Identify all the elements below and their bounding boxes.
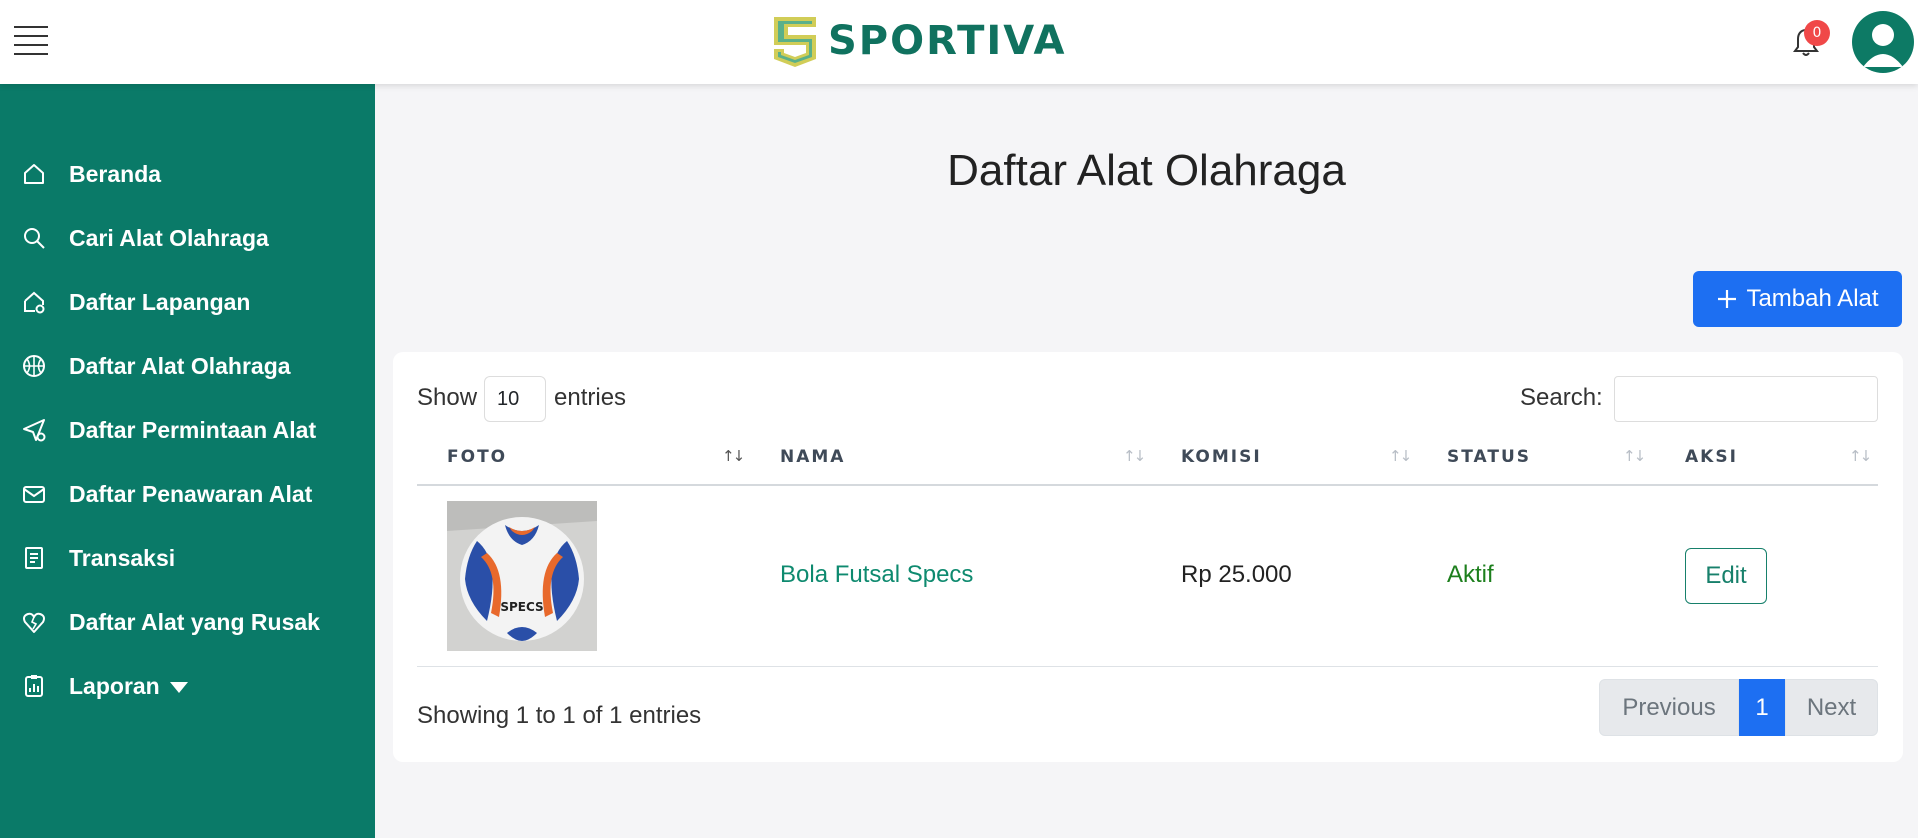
commission-value: Rp 25.000	[1181, 561, 1292, 588]
add-equipment-button[interactable]: Tambah Alat	[1693, 271, 1902, 327]
sidebar-item-label: Daftar Alat Olahraga	[69, 352, 291, 379]
sidebar-item-cari-alat[interactable]: Cari Alat Olahraga	[0, 213, 375, 263]
sort-icon[interactable]: ↑↓	[1389, 447, 1412, 465]
sort-icon[interactable]: ↑↓	[1123, 447, 1146, 465]
sidebar-item-transaksi[interactable]: Transaksi	[0, 533, 375, 583]
top-navbar: SPORTIVA 0	[0, 0, 1918, 84]
sidebar-item-label: Daftar Penawaran Alat	[69, 480, 313, 507]
caret-down-icon	[169, 681, 188, 693]
sidebar-item-label: Daftar Lapangan	[69, 288, 251, 315]
send-gear-icon	[23, 419, 46, 442]
sidebar-item-label: Laporan	[69, 673, 188, 700]
column-header-status[interactable]: STATUS	[1447, 447, 1531, 467]
table-header-divider	[417, 484, 1878, 486]
pagination-next[interactable]: Next	[1785, 679, 1878, 736]
search-label: Search:	[1520, 384, 1603, 411]
sidebar-item-penawaran-alat[interactable]: Daftar Penawaran Alat	[0, 469, 375, 519]
house-gear-icon	[24, 291, 45, 314]
envelope-icon	[23, 486, 45, 503]
heart-break-icon	[23, 612, 45, 633]
sidebar-item-permintaan-alat[interactable]: Daftar Permintaan Alat	[0, 405, 375, 455]
pagination-previous[interactable]: Previous	[1599, 679, 1739, 736]
pagination-page-1[interactable]: 1	[1739, 679, 1785, 736]
user-avatar[interactable]	[1852, 11, 1914, 73]
edit-button[interactable]: Edit	[1685, 548, 1767, 604]
sort-icon[interactable]: ↑↓	[1623, 447, 1646, 465]
clipboard-chart-icon	[25, 675, 43, 697]
page-title: Daftar Alat Olahraga	[947, 146, 1346, 195]
product-photo: SPECS	[447, 501, 597, 651]
plus-icon	[1718, 290, 1737, 308]
svg-text:SPECS: SPECS	[500, 600, 543, 614]
sidebar-item-label: Daftar Alat yang Rusak	[69, 608, 320, 635]
sidebar-item-label: Beranda	[69, 160, 162, 187]
menu-toggle-icon[interactable]	[14, 26, 48, 56]
search-icon	[24, 228, 45, 249]
receipt-icon	[25, 547, 43, 569]
brand-name: SPORTIVA	[828, 18, 1067, 64]
sidebar-item-beranda[interactable]: Beranda	[0, 149, 375, 199]
sort-icon[interactable]: ↑↓	[1849, 447, 1872, 465]
status-badge: Aktif	[1447, 561, 1494, 588]
sidebar: Beranda Cari Alat Olahraga Daftar Lapang…	[0, 84, 375, 838]
entries-length-select[interactable]: 10	[484, 376, 546, 422]
sidebar-item-lapangan[interactable]: Daftar Lapangan	[0, 277, 375, 327]
sportiva-logo-icon	[774, 17, 816, 67]
search-input[interactable]	[1614, 376, 1878, 422]
sidebar-item-laporan[interactable]: Laporan	[0, 661, 375, 711]
column-header-nama[interactable]: NAMA	[780, 447, 845, 467]
show-label: Show	[417, 384, 478, 411]
sort-asc-icon[interactable]: ↑↓	[722, 447, 745, 465]
column-header-komisi[interactable]: KOMISI	[1181, 447, 1262, 467]
table-info: Showing 1 to 1 of 1 entries	[417, 702, 702, 729]
notification-badge: 0	[1804, 20, 1830, 46]
user-icon	[1863, 24, 1903, 67]
home-icon	[24, 164, 44, 184]
sidebar-item-label: Daftar Permintaan Alat	[69, 416, 317, 443]
column-header-aksi[interactable]: AKSI	[1685, 447, 1738, 467]
column-header-foto[interactable]: FOTO	[447, 447, 507, 467]
add-button-label: Tambah Alat	[1746, 285, 1879, 312]
table-bottom-divider	[417, 666, 1878, 667]
product-name-link[interactable]: Bola Futsal Specs	[780, 561, 973, 589]
basketball-icon	[23, 355, 45, 377]
brand-logo[interactable]: SPORTIVA	[770, 12, 1067, 70]
sidebar-item-label: Cari Alat Olahraga	[69, 224, 269, 251]
entries-label: entries	[554, 384, 627, 411]
sidebar-item-label: Transaksi	[69, 544, 176, 571]
sidebar-item-alat-rusak[interactable]: Daftar Alat yang Rusak	[0, 597, 375, 647]
sidebar-item-alat-olahraga[interactable]: Daftar Alat Olahraga	[0, 341, 375, 391]
